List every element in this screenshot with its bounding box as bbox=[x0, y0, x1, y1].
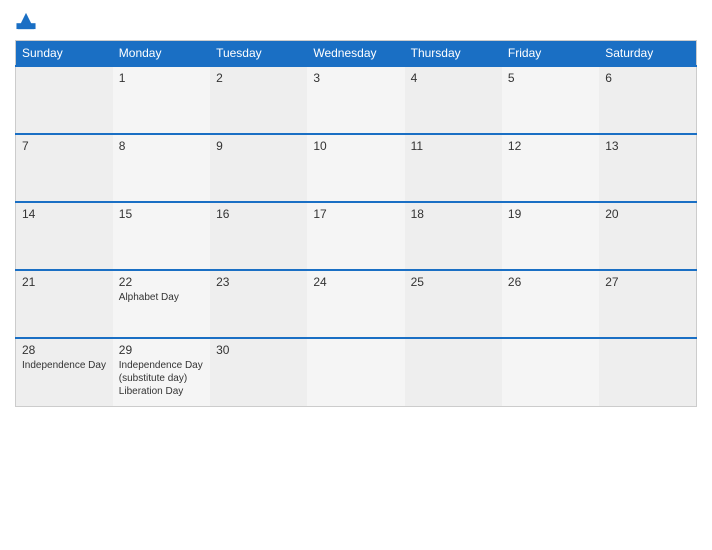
calendar-cell: 11 bbox=[405, 134, 502, 202]
calendar-cell: 3 bbox=[307, 66, 404, 134]
weekday-tuesday: Tuesday bbox=[210, 41, 307, 67]
calendar-cell: 18 bbox=[405, 202, 502, 270]
page-header bbox=[15, 10, 697, 32]
day-number: 10 bbox=[313, 139, 398, 153]
calendar-cell: 21 bbox=[16, 270, 113, 338]
event-label: Alphabet Day bbox=[119, 291, 204, 304]
day-number: 7 bbox=[22, 139, 107, 153]
calendar-cell bbox=[16, 66, 113, 134]
day-number: 11 bbox=[411, 139, 496, 153]
calendar-cell: 6 bbox=[599, 66, 696, 134]
day-number: 19 bbox=[508, 207, 593, 221]
calendar-cell: 25 bbox=[405, 270, 502, 338]
weekday-wednesday: Wednesday bbox=[307, 41, 404, 67]
day-number: 29 bbox=[119, 343, 204, 357]
day-number: 25 bbox=[411, 275, 496, 289]
weekday-header-row: SundayMondayTuesdayWednesdayThursdayFrid… bbox=[16, 41, 697, 67]
day-number: 4 bbox=[411, 71, 496, 85]
calendar-cell: 2 bbox=[210, 66, 307, 134]
calendar-cell: 9 bbox=[210, 134, 307, 202]
weekday-friday: Friday bbox=[502, 41, 599, 67]
calendar-week-row: 14 15 16 17 18 19 20 bbox=[16, 202, 697, 270]
calendar-cell: 7 bbox=[16, 134, 113, 202]
calendar-week-row: 28Independence Day29Independence Day(sub… bbox=[16, 338, 697, 406]
day-number: 23 bbox=[216, 275, 301, 289]
calendar-week-row: 789 10 11 12 13 bbox=[16, 134, 697, 202]
calendar-cell: 20 bbox=[599, 202, 696, 270]
calendar-cell: 17 bbox=[307, 202, 404, 270]
calendar-cell: 30 bbox=[210, 338, 307, 406]
event-label: (substitute day) bbox=[119, 372, 204, 385]
day-number: 2 bbox=[216, 71, 301, 85]
weekday-saturday: Saturday bbox=[599, 41, 696, 67]
calendar-cell: 4 bbox=[405, 66, 502, 134]
calendar-cell: 22 Alphabet Day bbox=[113, 270, 210, 338]
calendar-cell bbox=[405, 338, 502, 406]
logo bbox=[15, 10, 40, 32]
day-number: 3 bbox=[313, 71, 398, 85]
calendar-cell: 23 bbox=[210, 270, 307, 338]
day-number: 27 bbox=[605, 275, 690, 289]
day-number: 15 bbox=[119, 207, 204, 221]
day-number: 20 bbox=[605, 207, 690, 221]
event-label: Independence Day bbox=[22, 359, 107, 372]
day-number: 18 bbox=[411, 207, 496, 221]
day-number: 26 bbox=[508, 275, 593, 289]
calendar-cell: 29 Independence Day(substitute day)Libera… bbox=[113, 338, 210, 406]
day-number: 1 bbox=[119, 71, 204, 85]
calendar-cell: 14 bbox=[16, 202, 113, 270]
calendar-week-row: 123456 bbox=[16, 66, 697, 134]
day-number: 5 bbox=[508, 71, 593, 85]
calendar-cell bbox=[599, 338, 696, 406]
calendar-cell: 26 bbox=[502, 270, 599, 338]
calendar-cell: 15 bbox=[113, 202, 210, 270]
calendar-cell: 8 bbox=[113, 134, 210, 202]
calendar-cell bbox=[307, 338, 404, 406]
event-label: Liberation Day bbox=[119, 385, 204, 398]
day-number: 22 bbox=[119, 275, 204, 289]
day-number: 6 bbox=[605, 71, 690, 85]
calendar-cell: 13 bbox=[599, 134, 696, 202]
day-number: 13 bbox=[605, 139, 690, 153]
calendar-cell: 16 bbox=[210, 202, 307, 270]
weekday-sunday: Sunday bbox=[16, 41, 113, 67]
calendar-page: SundayMondayTuesdayWednesdayThursdayFrid… bbox=[0, 0, 712, 550]
day-number: 16 bbox=[216, 207, 301, 221]
day-number: 21 bbox=[22, 275, 107, 289]
logo-icon bbox=[15, 10, 37, 32]
day-number: 14 bbox=[22, 207, 107, 221]
calendar-cell: 24 bbox=[307, 270, 404, 338]
calendar-cell: 19 bbox=[502, 202, 599, 270]
calendar-cell bbox=[502, 338, 599, 406]
day-number: 12 bbox=[508, 139, 593, 153]
day-number: 8 bbox=[119, 139, 204, 153]
day-number: 30 bbox=[216, 343, 301, 357]
day-number: 24 bbox=[313, 275, 398, 289]
day-number: 9 bbox=[216, 139, 301, 153]
calendar-cell: 10 bbox=[307, 134, 404, 202]
day-number: 28 bbox=[22, 343, 107, 357]
calendar-cell: 1 bbox=[113, 66, 210, 134]
day-number: 17 bbox=[313, 207, 398, 221]
calendar-cell: 27 bbox=[599, 270, 696, 338]
event-label: Independence Day bbox=[119, 359, 204, 372]
calendar-week-row: 21 22 Alphabet Day 23 24 25 26 27 bbox=[16, 270, 697, 338]
weekday-thursday: Thursday bbox=[405, 41, 502, 67]
weekday-monday: Monday bbox=[113, 41, 210, 67]
calendar-cell: 5 bbox=[502, 66, 599, 134]
calendar-table: SundayMondayTuesdayWednesdayThursdayFrid… bbox=[15, 40, 697, 407]
calendar-cell: 12 bbox=[502, 134, 599, 202]
calendar-cell: 28 Independence Day bbox=[16, 338, 113, 406]
